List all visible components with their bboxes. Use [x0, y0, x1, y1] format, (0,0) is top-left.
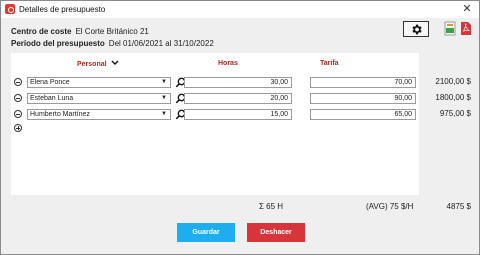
window-title: Detalles de presupuesto [19, 5, 106, 14]
dropdown-arrow-icon: ▼ [161, 95, 167, 101]
undo-button[interactable]: Deshacer [247, 223, 305, 242]
gear-icon [412, 24, 422, 35]
period-value: Del 01/06/2021 al 31/10/2022 [108, 39, 214, 48]
cost-center-label: Centro de coste [11, 27, 72, 36]
person-select-value: Humberto Martínez [30, 111, 90, 118]
rate-input[interactable]: 65,00 [310, 109, 416, 120]
remove-row-button[interactable] [14, 110, 22, 118]
person-header-label: Personal [77, 61, 107, 68]
rate-column-header: Tarifa [320, 60, 339, 67]
budget-details-window: Detalles de presupuesto ✕ Centro de cost… [0, 0, 480, 255]
hours-total: Σ 65 H [259, 202, 284, 211]
row-total: 975,00 $ [439, 109, 471, 118]
remove-row-button[interactable] [14, 78, 22, 86]
close-button[interactable]: ✕ [461, 3, 473, 15]
person-select-value: Esteban Luna [30, 95, 74, 102]
save-button[interactable]: Guardar [177, 223, 235, 242]
budget-table: Personal Horas Tarifa Elena Ponce ▼ 30,0… [11, 53, 419, 195]
pdf-export-icon[interactable] [460, 21, 472, 36]
table-row: Esteban Luna ▼ 20,00 90,00 [11, 93, 419, 105]
cost-center-value: El Corte Británico 21 [75, 27, 149, 36]
hours-column-header: Horas [218, 60, 238, 67]
row-total: 2100,00 $ [435, 77, 471, 86]
cost-center-line: Centro de coste El Corte Británico 21 [11, 27, 149, 36]
person-select[interactable]: Esteban Luna ▼ [27, 93, 171, 104]
table-row: Humberto Martínez ▼ 15,00 65,00 [11, 109, 419, 121]
dropdown-arrow-icon: ▼ [161, 111, 167, 117]
settings-button[interactable] [403, 21, 429, 37]
app-logo-icon [5, 4, 15, 14]
rate-input[interactable]: 90,00 [310, 93, 416, 104]
hours-input[interactable]: 15,00 [184, 109, 292, 120]
person-select-value: Elena Ponce [30, 79, 70, 86]
hours-input[interactable]: 30,00 [184, 77, 292, 88]
add-row-button[interactable] [14, 124, 22, 132]
remove-row-button[interactable] [14, 94, 22, 102]
period-line: Período del presupuesto Del 01/06/2021 al… [11, 39, 214, 48]
row-total: 1800,00 $ [435, 93, 471, 102]
average-rate: (AVG) 75 $/H [366, 202, 414, 211]
chevron-down-icon [111, 60, 119, 65]
person-column-header[interactable]: Personal [77, 60, 119, 68]
excel-export-icon[interactable] [444, 21, 456, 36]
rate-input[interactable]: 70,00 [310, 77, 416, 88]
period-label: Período del presupuesto [11, 39, 105, 48]
person-select[interactable]: Humberto Martínez ▼ [27, 109, 171, 120]
title-bar: Detalles de presupuesto ✕ [1, 1, 479, 18]
dropdown-arrow-icon: ▼ [161, 79, 167, 85]
grand-total: 4875 $ [446, 202, 471, 211]
person-select[interactable]: Elena Ponce ▼ [27, 77, 171, 88]
table-row: Elena Ponce ▼ 30,00 70,00 [11, 77, 419, 89]
hours-input[interactable]: 20,00 [184, 93, 292, 104]
